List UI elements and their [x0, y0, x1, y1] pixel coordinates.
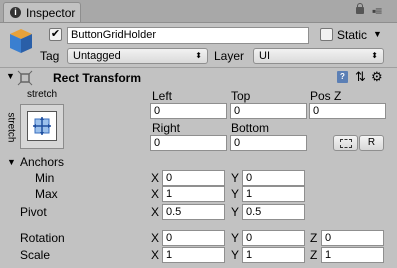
- rotation-z-field[interactable]: 0: [321, 230, 384, 246]
- scale-y-field[interactable]: 1: [242, 247, 305, 263]
- axis-x-label[interactable]: X: [151, 187, 159, 201]
- component-header-rect-transform[interactable]: ▼ Rect Transform ? ⇅ ⚙: [0, 68, 397, 87]
- pivot-label: Pivot: [20, 205, 47, 219]
- right-field[interactable]: 0: [150, 135, 227, 151]
- axis-y-label[interactable]: Y: [231, 171, 239, 185]
- anchor-preset-button[interactable]: [20, 104, 64, 149]
- rotation-y-field[interactable]: 0: [242, 230, 305, 246]
- axis-x-label[interactable]: X: [151, 231, 159, 245]
- anchor-max-y-field[interactable]: 1: [242, 186, 305, 202]
- stretch-arrows-icon: [33, 117, 51, 135]
- rotation-x-field[interactable]: 0: [162, 230, 225, 246]
- preset-sliders-icon[interactable]: ⇅: [355, 69, 366, 85]
- layer-value: UI: [259, 50, 270, 62]
- cube-icon: [10, 29, 32, 53]
- anchor-preset-label-horizontal: stretch: [27, 89, 58, 100]
- anchor-max-x-field[interactable]: 1: [162, 186, 225, 202]
- top-header: Top: [231, 89, 251, 103]
- name-field[interactable]: ButtonGridHolder: [67, 27, 309, 44]
- rect-transform-icon: [17, 70, 33, 86]
- foldout-arrow-icon[interactable]: ▼: [6, 71, 15, 81]
- pivot-x-field[interactable]: 0.5: [162, 204, 225, 220]
- posz-field[interactable]: 0: [309, 103, 386, 119]
- axis-z-label[interactable]: Z: [310, 248, 317, 262]
- layer-chevron-icon: ⬍: [371, 51, 378, 60]
- left-header: Left: [152, 89, 173, 103]
- tag-dropdown[interactable]: Untagged ⬍: [67, 48, 208, 64]
- rotation-label: Rotation: [20, 231, 65, 245]
- tab-inspector[interactable]: i Inspector: [3, 2, 81, 22]
- posz-header: Pos Z: [310, 89, 342, 103]
- axis-x-label[interactable]: X: [151, 205, 159, 219]
- anchor-min-y-field[interactable]: 0: [242, 170, 305, 186]
- gameobject-header: ✔ ButtonGridHolder Static ▼ Tag Untagged…: [0, 23, 397, 67]
- help-book-icon[interactable]: ?: [337, 71, 348, 83]
- anchors-foldout-icon[interactable]: ▼: [7, 157, 16, 167]
- bottom-header: Bottom: [231, 121, 270, 135]
- gear-icon[interactable]: ⚙: [371, 69, 383, 85]
- max-label: Max: [35, 187, 58, 201]
- axis-x-label[interactable]: X: [151, 248, 159, 262]
- tag-value: Untagged: [73, 50, 121, 62]
- static-dropdown-arrow[interactable]: ▼: [373, 29, 382, 39]
- static-checkbox[interactable]: [320, 28, 333, 41]
- anchors-label: Anchors: [20, 155, 65, 169]
- axis-z-label[interactable]: Z: [310, 231, 317, 245]
- min-label: Min: [35, 171, 55, 185]
- axis-x-label[interactable]: X: [151, 171, 159, 185]
- axis-y-label[interactable]: Y: [231, 205, 239, 219]
- lock-icon[interactable]: [356, 3, 364, 14]
- raw-edit-button[interactable]: R: [359, 135, 384, 151]
- layer-dropdown[interactable]: UI ⬍: [253, 48, 384, 64]
- info-icon: i: [10, 7, 21, 18]
- tab-title: Inspector: [26, 6, 76, 20]
- layer-label: Layer: [214, 49, 245, 63]
- axis-y-label[interactable]: Y: [231, 187, 239, 201]
- anchor-preset-frame: [27, 111, 57, 141]
- anchor-min-x-field[interactable]: 0: [162, 170, 225, 186]
- anchor-preset-label-vertical: stretch: [5, 112, 17, 143]
- right-header: Right: [152, 121, 181, 135]
- blueprint-mode-button[interactable]: [333, 135, 358, 151]
- tag-label: Tag: [40, 49, 60, 63]
- scale-label: Scale: [20, 248, 51, 262]
- top-field[interactable]: 0: [230, 103, 307, 119]
- active-checkbox[interactable]: ✔: [49, 28, 62, 41]
- axis-y-label[interactable]: Y: [231, 231, 239, 245]
- static-label: Static: [337, 28, 368, 42]
- kebab-menu-icon[interactable]: ▪≡: [372, 4, 382, 18]
- bottom-field[interactable]: 0: [230, 135, 307, 151]
- left-field[interactable]: 0: [150, 103, 227, 119]
- dashed-rect-icon: [339, 139, 352, 148]
- component-title: Rect Transform: [53, 71, 142, 85]
- inspector-tab-bar: i Inspector ▪≡: [0, 0, 397, 23]
- pivot-y-field[interactable]: 0.5: [242, 204, 305, 220]
- tag-chevron-icon: ⬍: [195, 51, 202, 60]
- axis-y-label[interactable]: Y: [231, 248, 239, 262]
- scale-z-field[interactable]: 1: [321, 247, 384, 263]
- scale-x-field[interactable]: 1: [162, 247, 225, 263]
